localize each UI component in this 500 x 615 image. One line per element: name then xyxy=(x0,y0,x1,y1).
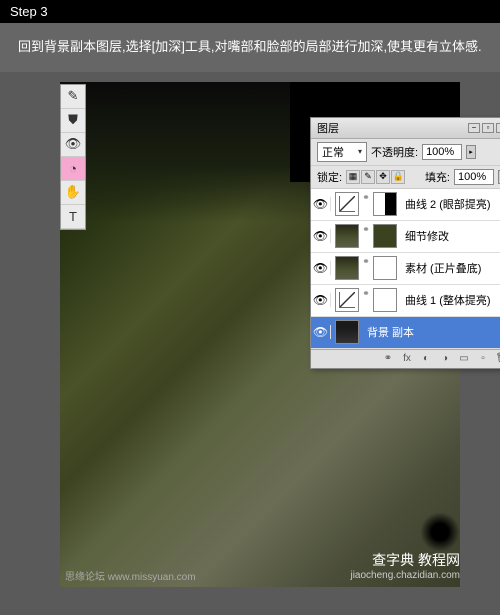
lock-transparent-icon[interactable]: ▦ xyxy=(346,170,360,184)
opacity-input[interactable]: 100% xyxy=(422,144,462,160)
layer-thumbnails: ⚭ xyxy=(331,256,401,280)
chevron-down-icon: ▾ xyxy=(358,147,362,156)
layer-row[interactable]: 👁 ⚭ 细节修改 xyxy=(311,221,500,253)
lock-pixels-icon[interactable]: ✎ xyxy=(361,170,375,184)
fill-label: 填充: xyxy=(425,169,450,185)
link-icon: ⚭ xyxy=(361,224,371,248)
mask-thumb[interactable] xyxy=(373,192,397,216)
watermark-sub: jiaocheng.chazidian.com xyxy=(350,570,460,581)
blend-mode-dropdown[interactable]: 正常 ▾ xyxy=(317,142,367,162)
hand-tool[interactable]: ✋ xyxy=(61,181,85,205)
eye-tool[interactable]: 👁 xyxy=(61,133,85,157)
visibility-eye-icon[interactable]: 👁 xyxy=(311,293,331,307)
image-thumb[interactable] xyxy=(335,320,359,344)
lock-all-icon[interactable]: 🔒 xyxy=(391,170,405,184)
visibility-eye-icon[interactable]: 👁 xyxy=(311,197,331,211)
layer-name[interactable]: 曲线 1 (整体提亮) xyxy=(401,292,500,308)
link-icon: ⚭ xyxy=(361,256,371,280)
tools-palette: ✎⛊👁◔✋T xyxy=(60,84,86,230)
lock-label: 锁定: xyxy=(317,169,342,185)
group-button[interactable]: ▭ xyxy=(456,352,472,366)
layer-row[interactable]: 👁 ⚭ 曲线 1 (整体提亮) xyxy=(311,285,500,317)
mask-thumb[interactable] xyxy=(373,256,397,280)
close-button[interactable]: × xyxy=(496,123,500,133)
mask-thumb[interactable] xyxy=(373,288,397,312)
mask-button[interactable]: ◐ xyxy=(418,352,434,366)
image-thumb[interactable] xyxy=(335,224,359,248)
window-controls: − ▫ × xyxy=(468,123,500,133)
watermark-left: 思缘论坛 www.missyuan.com xyxy=(65,568,196,583)
type-tool[interactable]: T xyxy=(61,205,85,229)
watermark-main: 查字典 教程网 xyxy=(350,550,460,570)
link-icon: ⚭ xyxy=(361,192,371,216)
panel-footer: ⚭ fx ◐ ◑ ▭ ▫ 🗑 xyxy=(311,349,500,368)
fill-input[interactable]: 100% xyxy=(454,169,494,185)
fx-button[interactable]: fx xyxy=(399,352,415,366)
step-header: Step 3 xyxy=(0,0,500,23)
layer-row[interactable]: 👁 ⚭ 素材 (正片叠底) xyxy=(311,253,500,285)
layer-thumbnails: ⚭ xyxy=(331,288,401,312)
panel-titlebar[interactable]: 图层 − ▫ × xyxy=(311,118,500,139)
mask-thumb[interactable] xyxy=(373,224,397,248)
visibility-eye-icon[interactable]: 👁 xyxy=(311,325,331,339)
layer-row[interactable]: 👁 ⚭ 曲线 2 (眼部提亮) xyxy=(311,189,500,221)
layer-name[interactable]: 细节修改 xyxy=(401,228,500,244)
opacity-label: 不透明度: xyxy=(371,144,418,160)
minimize-button[interactable]: − xyxy=(468,123,480,133)
curves-thumb[interactable] xyxy=(335,192,359,216)
visibility-eye-icon[interactable]: 👁 xyxy=(311,261,331,275)
maximize-button[interactable]: ▫ xyxy=(482,123,494,133)
lock-position-icon[interactable]: ✥ xyxy=(376,170,390,184)
canvas-area: ✎⛊👁◔✋T 图层 − ▫ × 正常 ▾ 不透明度: 100% ▸ 锁定: ▦ xyxy=(30,82,470,587)
layer-thumbnails: ⚭ xyxy=(331,192,401,216)
layer-row[interactable]: 👁 背景 副本 xyxy=(311,317,500,349)
layer-name[interactable]: 素材 (正片叠底) xyxy=(401,260,500,276)
delete-layer-button[interactable]: 🗑 xyxy=(494,352,500,366)
layers-list: 👁 ⚭ 曲线 2 (眼部提亮) 👁 ⚭ 细节修改 👁 ⚭ 素材 (正片叠底) 👁 ⚭ 曲线 1 (整体… xyxy=(311,189,500,349)
opacity-arrow-icon[interactable]: ▸ xyxy=(466,145,476,159)
curves-thumb[interactable] xyxy=(335,288,359,312)
lock-icons: ▦ ✎ ✥ 🔒 xyxy=(346,170,405,184)
new-layer-button[interactable]: ▫ xyxy=(475,352,491,366)
pencil-tool[interactable]: ✎ xyxy=(61,85,85,109)
panel-title: 图层 xyxy=(317,120,339,136)
image-thumb[interactable] xyxy=(335,256,359,280)
watermark-right: 查字典 教程网 jiaocheng.chazidian.com xyxy=(350,550,460,581)
instruction-text: 回到背景副本图层,选择[加深]工具,对嘴部和脸部的局部进行加深,使其更有立体感. xyxy=(0,23,500,72)
blend-opacity-row: 正常 ▾ 不透明度: 100% ▸ xyxy=(311,139,500,166)
adjustment-button[interactable]: ◑ xyxy=(437,352,453,366)
link-layers-button[interactable]: ⚭ xyxy=(380,352,396,366)
burn-tool[interactable]: ◔ xyxy=(61,157,85,181)
layer-name[interactable]: 曲线 2 (眼部提亮) xyxy=(401,196,500,212)
layer-name[interactable]: 背景 副本 xyxy=(363,324,500,340)
shape-tool[interactable]: ⛊ xyxy=(61,109,85,133)
step-label: Step 3 xyxy=(10,4,48,19)
layer-thumbnails: ⚭ xyxy=(331,224,401,248)
layer-thumbnails xyxy=(331,320,363,344)
visibility-eye-icon[interactable]: 👁 xyxy=(311,229,331,243)
splatter-graphic xyxy=(420,512,460,552)
lock-fill-row: 锁定: ▦ ✎ ✥ 🔒 填充: 100% ▸ xyxy=(311,166,500,189)
link-icon: ⚭ xyxy=(361,288,371,312)
layers-panel: 图层 − ▫ × 正常 ▾ 不透明度: 100% ▸ 锁定: ▦ ✎ ✥ xyxy=(310,117,500,369)
